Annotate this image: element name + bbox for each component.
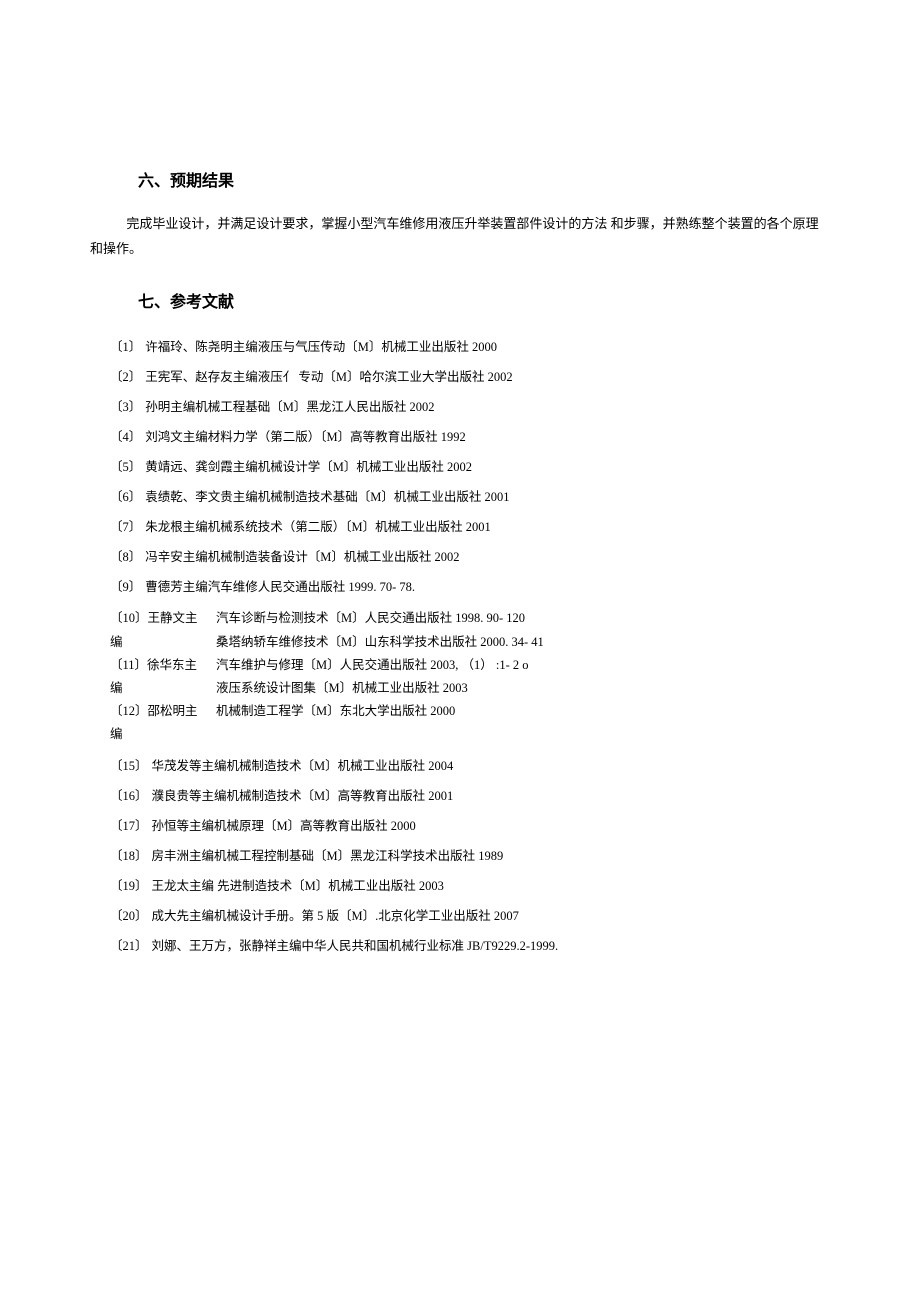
reference-mixed-left-line: 〔10〕王静文主: [110, 607, 208, 630]
reference-item: 〔21〕 刘娜、王万方，张静祥主编中华人民共和国机械行业标准 JB/T9229.…: [90, 936, 830, 956]
reference-item: 〔17〕 孙恒等主编机械原理〔M〕高等教育出版社 2000: [90, 816, 830, 836]
reference-mixed-block: 〔10〕王静文主 编 〔11〕徐华东主 编 〔12〕邵松明主 编 汽车诊断与检测…: [90, 607, 830, 746]
reference-number: 〔8〕: [110, 547, 141, 567]
reference-mixed-left-line: 编: [110, 677, 208, 700]
reference-mixed-left-line: 编: [110, 723, 208, 746]
reference-item: 〔6〕 袁绩乾、李文贵主编机械制造技术基础〔M〕机械工业出版社 2001: [90, 487, 830, 507]
reference-number: 〔17〕: [110, 816, 148, 836]
reference-number: 〔21〕: [110, 936, 148, 956]
reference-item: 〔2〕 王宪军、赵存友主编液压亻 专动〔M〕哈尔滨工业大学出版社 2002: [90, 367, 830, 387]
reference-item: 〔9〕 曹德芳主编汽车维修人民交通出版社 1999. 70- 78.: [90, 577, 830, 597]
reference-item: 〔5〕 黄靖远、龚剑霞主编机械设计学〔M〕机械工业出版社 2002: [90, 457, 830, 477]
reference-text: 濮良贵等主编机械制造技术〔M〕高等教育出版社 2001: [148, 786, 830, 806]
reference-number: 〔1〕: [110, 337, 141, 357]
reference-mixed-right-line: 液压系统设计图集〔M〕机械工业出版社 2003: [216, 677, 830, 700]
reference-text: 成大先主编机械设计手册。第 5 版〔M〕.北京化学工业出版社 2007: [148, 906, 830, 926]
reference-number: 〔7〕: [110, 517, 141, 537]
reference-item: 〔15〕 华茂发等主编机械制造技术〔M〕机械工业出版社 2004: [90, 756, 830, 776]
reference-text: 王龙太主编 先进制造技术〔M〕机械工业出版社 2003: [148, 876, 830, 896]
reference-mixed-right-line: 汽车诊断与检测技术〔M〕人民交通出版社 1998. 90- 120: [216, 607, 830, 630]
reference-item: 〔20〕 成大先主编机械设计手册。第 5 版〔M〕.北京化学工业出版社 2007: [90, 906, 830, 926]
reference-text: 黄靖远、龚剑霞主编机械设计学〔M〕机械工业出版社 2002: [141, 457, 830, 477]
section-7-heading: 七、参考文献: [138, 291, 830, 315]
reference-mixed-left-line: 〔11〕徐华东主: [110, 654, 208, 677]
reference-number: 〔18〕: [110, 846, 148, 866]
reference-mixed-right-line: 桑塔纳轿车维修技术〔M〕山东科学技术出版社 2000. 34- 41: [216, 631, 830, 654]
reference-item: 〔8〕 冯辛安主编机械制造装备设计〔M〕机械工业出版社 2002: [90, 547, 830, 567]
reference-text: 孙恒等主编机械原理〔M〕高等教育出版社 2000: [148, 816, 830, 836]
reference-number: 〔20〕: [110, 906, 148, 926]
reference-mixed-right-line: 汽车维护与修理〔M〕人民交通出版社 2003, （1） :1- 2 o: [216, 654, 830, 677]
reference-text: 曹德芳主编汽车维修人民交通出版社 1999. 70- 78.: [141, 577, 830, 597]
reference-number: 〔19〕: [110, 876, 148, 896]
reference-text: 许福玲、陈尧明主编液压与气压传动〔M〕机械工业出版社 2000: [141, 337, 830, 357]
reference-item: 〔16〕 濮良贵等主编机械制造技术〔M〕高等教育出版社 2001: [90, 786, 830, 806]
reference-text: 朱龙根主编机械系统技术（第二版）〔M〕机械工业出版社 2001: [141, 517, 830, 537]
reference-text: 王宪军、赵存友主编液压亻 专动〔M〕哈尔滨工业大学出版社 2002: [141, 367, 830, 387]
reference-mixed-left-line: 〔12〕邵松明主: [110, 700, 208, 723]
section-6-paragraph: 完成毕业设计，并满足设计要求，掌握小型汽车维修用液压升举装置部件设计的方法 和步…: [90, 212, 830, 261]
section-6-heading: 六、预期结果: [138, 170, 830, 194]
reference-number: 〔6〕: [110, 487, 141, 507]
reference-mixed-left-line: 编: [110, 631, 208, 654]
reference-number: 〔15〕: [110, 756, 148, 776]
reference-item: 〔3〕 孙明主编机械工程基础〔M〕黑龙江人民出版社 2002: [90, 397, 830, 417]
reference-item: 〔7〕 朱龙根主编机械系统技术（第二版）〔M〕机械工业出版社 2001: [90, 517, 830, 537]
reference-mixed-right: 汽车诊断与检测技术〔M〕人民交通出版社 1998. 90- 120 桑塔纳轿车维…: [208, 607, 830, 746]
reference-number: 〔2〕: [110, 367, 141, 387]
reference-item: 〔4〕 刘鸿文主编材料力学（第二版）〔M〕高等教育出版社 1992: [90, 427, 830, 447]
reference-text: 房丰洲主编机械工程控制基础〔M〕黑龙江科学技术出版社 1989: [148, 846, 830, 866]
reference-number: 〔3〕: [110, 397, 141, 417]
reference-mixed-right-line: 机械制造工程学〔M〕东北大学出版社 2000: [216, 700, 830, 723]
reference-text: 孙明主编机械工程基础〔M〕黑龙江人民出版社 2002: [141, 397, 830, 417]
reference-number: 〔4〕: [110, 427, 141, 447]
reference-list: 〔1〕 许福玲、陈尧明主编液压与气压传动〔M〕机械工业出版社 2000 〔2〕 …: [90, 337, 830, 956]
reference-text: 刘娜、王万方，张静祥主编中华人民共和国机械行业标准 JB/T9229.2-199…: [148, 936, 830, 956]
reference-item: 〔1〕 许福玲、陈尧明主编液压与气压传动〔M〕机械工业出版社 2000: [90, 337, 830, 357]
reference-number: 〔16〕: [110, 786, 148, 806]
reference-text: 华茂发等主编机械制造技术〔M〕机械工业出版社 2004: [148, 756, 830, 776]
reference-text: 刘鸿文主编材料力学（第二版）〔M〕高等教育出版社 1992: [141, 427, 830, 447]
reference-item: 〔19〕 王龙太主编 先进制造技术〔M〕机械工业出版社 2003: [90, 876, 830, 896]
reference-mixed-left: 〔10〕王静文主 编 〔11〕徐华东主 编 〔12〕邵松明主 编: [110, 607, 208, 746]
reference-item: 〔18〕 房丰洲主编机械工程控制基础〔M〕黑龙江科学技术出版社 1989: [90, 846, 830, 866]
reference-number: 〔5〕: [110, 457, 141, 477]
reference-text: 冯辛安主编机械制造装备设计〔M〕机械工业出版社 2002: [141, 547, 830, 567]
reference-number: 〔9〕: [110, 577, 141, 597]
reference-text: 袁绩乾、李文贵主编机械制造技术基础〔M〕机械工业出版社 2001: [141, 487, 830, 507]
